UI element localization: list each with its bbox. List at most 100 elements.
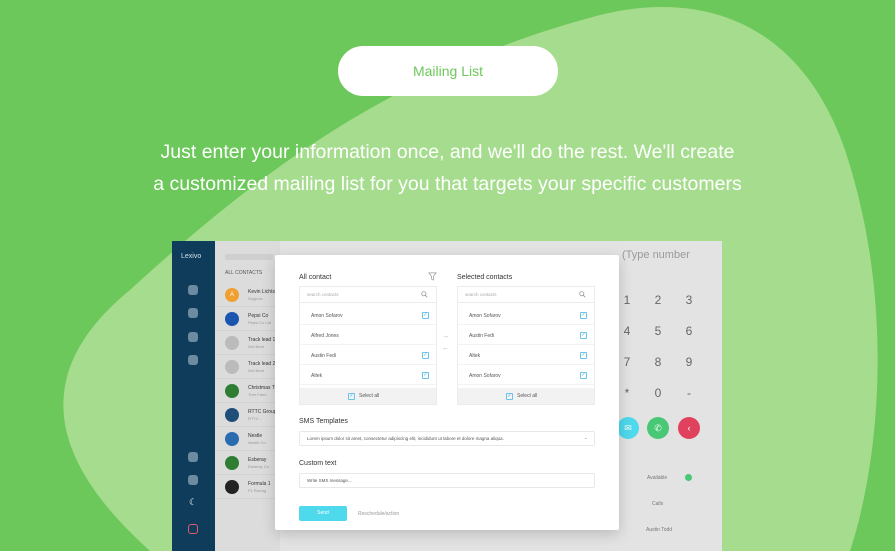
calls-label: Calls [652, 501, 664, 507]
contact-row[interactable]: Formula 1 F1 Racing [215, 476, 280, 499]
selected-contacts-panel: search contacts Amon Sofarov ✓ Austin Fed… [457, 286, 595, 405]
moon-icon[interactable]: ☾ [188, 497, 198, 507]
contact-row[interactable]: A Kevin Lichts Support... [215, 284, 280, 307]
logout-icon[interactable] [188, 524, 198, 534]
all-contacts-title: All contact [299, 274, 332, 281]
keypad-key[interactable]: 9 [679, 355, 699, 369]
contact-name: Amon Sofarov [469, 373, 501, 379]
people-icon[interactable] [188, 308, 198, 318]
contact-row[interactable]: RTTC Group RTTC... [215, 404, 280, 427]
move-left-icon[interactable]: ← [442, 345, 449, 352]
list-item[interactable]: Altek ✓ [300, 367, 436, 385]
list-item[interactable]: Austin Fedi ✓ [458, 327, 594, 345]
call-icon[interactable]: ✆ [647, 417, 669, 439]
list-item[interactable]: Austin Fedi ✓ [300, 347, 436, 365]
keypad-key[interactable]: 2 [648, 293, 668, 307]
headline-line-2: a customized mailing list for you that t… [153, 173, 742, 195]
checkbox[interactable]: ✓ [580, 352, 587, 359]
selected-contacts-search[interactable]: search contacts [458, 287, 594, 303]
keypad-key[interactable]: 7 [617, 355, 637, 369]
avatar [225, 480, 239, 494]
contact-name: Amon Sofarov [311, 313, 343, 319]
sms-template-select[interactable]: Lorem ipsum dolor sit amet, consectetur … [299, 431, 595, 446]
back-icon[interactable]: ‹ [678, 417, 700, 439]
headline-line-1: Just enter your information once, and we… [160, 141, 735, 163]
contacts-heading: ALL CONTACTS [225, 270, 263, 276]
contact-row[interactable]: Track lead 2 Gut Beat [215, 356, 280, 379]
contact-row[interactable]: Christmas Tree Tree Farm [215, 380, 280, 403]
home-icon[interactable] [188, 475, 198, 485]
contact-subtitle: Gut Beat [248, 368, 264, 373]
avatar [225, 312, 239, 326]
filter-icon[interactable] [428, 272, 437, 281]
keypad-key[interactable]: 0 [648, 386, 668, 400]
custom-text-placeholder: Write SMS message... [307, 478, 352, 483]
move-right-icon[interactable]: → [442, 333, 449, 340]
gear-icon[interactable] [188, 452, 198, 462]
keypad-key[interactable]: * [617, 386, 637, 400]
keypad-key[interactable]: - [679, 386, 699, 400]
contacts-search[interactable] [225, 254, 273, 260]
contact-name: Altek [469, 353, 481, 359]
checkbox[interactable]: ✓ [422, 372, 429, 379]
checkbox[interactable]: ✓ [422, 312, 429, 319]
chat-icon[interactable] [188, 285, 198, 295]
contact-row[interactable]: Track lead 1 Gut Beat [215, 332, 280, 355]
checkbox[interactable]: ✓ [506, 393, 513, 400]
select-all-right[interactable]: ✓ Select all [458, 388, 594, 404]
contact-name: Esberay [248, 457, 267, 463]
contact-name: Alfred Jones [311, 333, 339, 339]
keypad-key[interactable]: 4 [617, 324, 637, 338]
shield-icon[interactable] [188, 355, 198, 365]
avatar [225, 456, 239, 470]
checkbox[interactable]: ✓ [580, 312, 587, 319]
settings-icon[interactable] [188, 332, 198, 342]
avatar [225, 408, 239, 422]
sms-templates-label: SMS Templates [299, 418, 348, 425]
list-item[interactable]: Amon Sofarov ✓ [300, 307, 436, 325]
search-placeholder: search contacts [307, 292, 339, 297]
custom-text-label: Custom text [299, 460, 337, 467]
mailing-list-button[interactable]: Mailing List [338, 46, 558, 96]
contact-row[interactable]: Esberay Esberay Co [215, 452, 280, 475]
contact-subtitle: Esberay Co [248, 464, 269, 469]
all-contacts-search[interactable]: search contacts [300, 287, 436, 303]
contact-row[interactable]: Nestle Nestle Co [215, 428, 280, 451]
contact-subtitle: Nestle Co [248, 440, 266, 445]
checkbox[interactable]: ✓ [580, 332, 587, 339]
contact-name: RTTC Group [248, 409, 276, 415]
keypad-key[interactable]: 3 [679, 293, 699, 307]
contacts-panel: ALL CONTACTS A Kevin Lichts Support... P… [215, 241, 280, 551]
reschedule-button[interactable]: Reschedule/action [358, 511, 399, 517]
avatar [225, 384, 239, 398]
contact-name: Austin Fedi [311, 353, 337, 359]
keypad-key[interactable]: 1 [617, 293, 637, 307]
sidebar: Lexivo ☾ [172, 241, 215, 551]
checkbox[interactable]: ✓ [422, 352, 429, 359]
list-item[interactable]: Amon Sofarov ✓ [458, 307, 594, 325]
contact-name: Formula 1 [248, 481, 271, 487]
keypad-key[interactable]: 5 [648, 324, 668, 338]
contact-row[interactable]: Pepsi Co Pepsi Co Ltd [215, 308, 280, 331]
checkbox[interactable]: ✓ [348, 393, 355, 400]
contact-name: Pepsi Co [248, 313, 269, 319]
list-item[interactable]: Altek ✓ [458, 347, 594, 365]
send-button[interactable]: Send [299, 506, 347, 521]
contact-subtitle: Tree Farm [248, 392, 267, 397]
dial-number-input[interactable]: (Type number [622, 249, 690, 261]
list-item[interactable]: Alfred Jones [300, 327, 436, 345]
checkbox[interactable]: ✓ [580, 372, 587, 379]
message-icon[interactable]: ✉ [617, 417, 639, 439]
keypad-key[interactable]: 8 [648, 355, 668, 369]
custom-text-field[interactable]: Write SMS message... [299, 473, 595, 488]
contact-subtitle: Gut Beat [248, 344, 264, 349]
select-all-left[interactable]: ✓ Select all [300, 388, 436, 404]
status-available: Available [647, 475, 668, 481]
app-logo: Lexivo [181, 253, 202, 260]
avatar [225, 360, 239, 374]
keypad-key[interactable]: 6 [679, 324, 699, 338]
list-item[interactable]: Amon Sofarov ✓ [458, 367, 594, 385]
contact-name: Track lead 2 [248, 361, 276, 367]
contact-name: Christmas Tree [248, 385, 276, 391]
checkbox[interactable] [422, 332, 429, 339]
